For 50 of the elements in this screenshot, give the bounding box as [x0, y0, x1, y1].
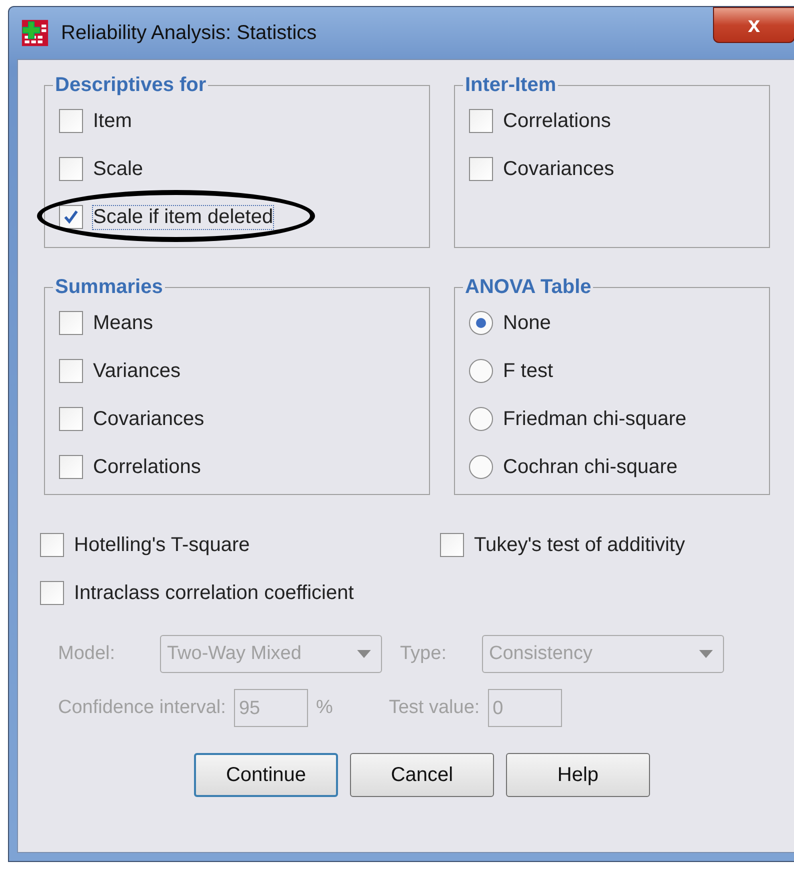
- unit-label: %: [316, 697, 333, 719]
- option-label: Means: [93, 312, 154, 334]
- radio-button[interactable]: [469, 359, 493, 383]
- option-label: Covariances: [503, 158, 614, 180]
- option-label: Tukey's test of additivity: [474, 534, 685, 556]
- group-title: Inter-Item: [464, 74, 558, 97]
- option-label: Hotelling's T-square: [74, 534, 250, 556]
- option-label: Cochran chi-square: [503, 456, 678, 478]
- checkbox[interactable]: [59, 311, 83, 335]
- option-label: Variances: [93, 360, 180, 382]
- caret-icon: [357, 650, 371, 658]
- checkbox[interactable]: [59, 359, 83, 383]
- checkbox[interactable]: [59, 455, 83, 479]
- option-label: Correlations: [93, 456, 201, 478]
- option-label: Scale: [93, 158, 144, 180]
- option-label: Item: [93, 110, 132, 132]
- radio-button[interactable]: [469, 455, 493, 479]
- group-title: ANOVA Table: [464, 276, 592, 299]
- window-title: Reliability Analysis: Statistics: [61, 22, 317, 44]
- group-title: Summaries: [54, 276, 164, 299]
- dialog-button[interactable]: Help: [506, 753, 650, 797]
- option-label: F test: [503, 360, 554, 382]
- dialog-button[interactable]: Cancel: [350, 753, 494, 797]
- checkbox[interactable]: [40, 581, 64, 605]
- field-label: Type:: [400, 643, 448, 665]
- grid-plus-icon: [21, 19, 49, 47]
- caret-icon: [699, 650, 713, 658]
- checkbox[interactable]: [59, 205, 83, 229]
- field-label: Model:: [58, 643, 116, 665]
- close-button[interactable]: x: [713, 7, 794, 43]
- option-label: Friedman chi-square: [503, 408, 686, 430]
- field-label: Test value:: [388, 697, 480, 719]
- radio-button[interactable]: [469, 311, 493, 335]
- checkbox[interactable]: [440, 533, 464, 557]
- check-icon: [63, 209, 79, 225]
- option-label: Scale if item deleted: [93, 206, 274, 228]
- checkbox[interactable]: [40, 533, 64, 557]
- option-label: Correlations: [503, 110, 611, 132]
- group-title: Descriptives for: [54, 74, 208, 97]
- checkbox[interactable]: [469, 157, 493, 181]
- checkbox[interactable]: [469, 109, 493, 133]
- radio-button[interactable]: [469, 407, 493, 431]
- option-label: Covariances: [93, 408, 204, 430]
- checkbox[interactable]: [59, 407, 83, 431]
- field-label: Confidence interval:: [58, 697, 226, 719]
- option-label: Intraclass correlation coefficient: [74, 582, 354, 604]
- option-label: None: [503, 312, 551, 334]
- dialog-button[interactable]: Continue: [194, 753, 338, 797]
- checkbox[interactable]: [59, 157, 83, 181]
- checkbox[interactable]: [59, 109, 83, 133]
